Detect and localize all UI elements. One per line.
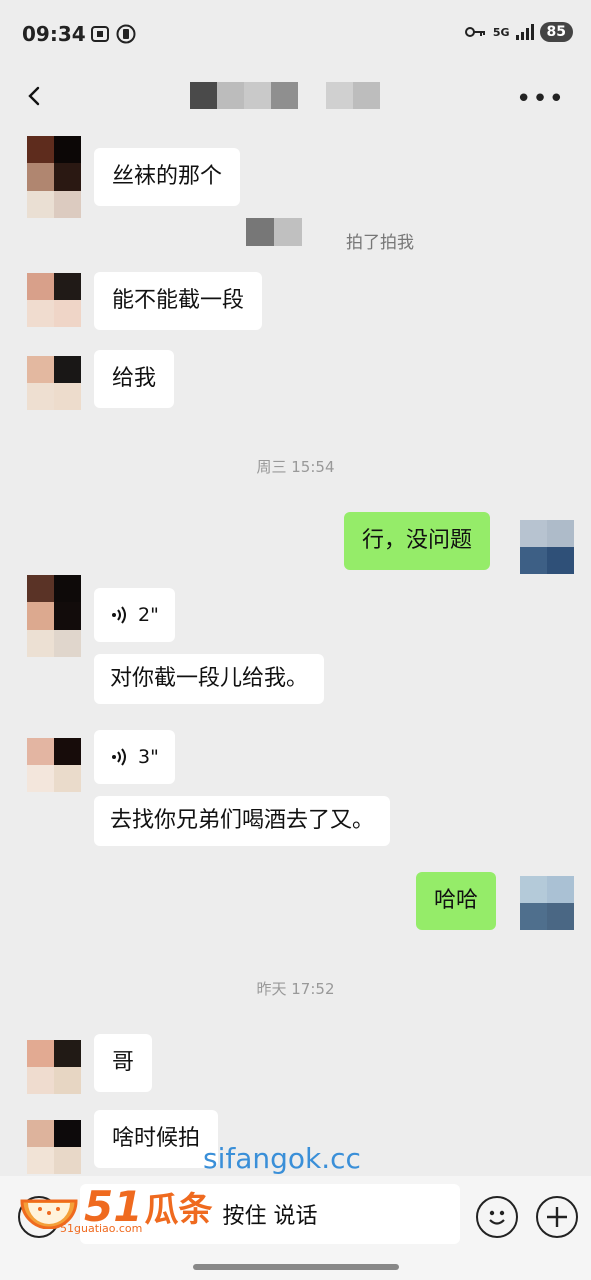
plus-icon[interactable] <box>536 1196 578 1238</box>
logo-subtitle: 51guatiao.com <box>60 1222 143 1235</box>
message-bubble[interactable]: 啥时候拍 <box>94 1110 219 1168</box>
voice-message[interactable]: 3" <box>94 730 175 784</box>
message-bubble[interactable]: 丝袜的那个 <box>94 148 241 206</box>
voice-duration: 2" <box>138 604 159 626</box>
timestamp: 周三 15:54 <box>256 458 335 476</box>
voice-transcript[interactable]: 对你截一段儿给我。 <box>94 654 325 704</box>
message-bubble-self[interactable]: 行，没问题 <box>343 512 490 570</box>
contact-avatar[interactable] <box>27 1040 81 1094</box>
key-icon <box>464 27 485 37</box>
status-icons-left <box>90 24 136 44</box>
voice-message[interactable]: 2" <box>94 588 175 642</box>
voice-wave-icon <box>112 748 126 766</box>
message-bubble[interactable]: 哥 <box>94 1034 153 1092</box>
battery-indicator: 85 <box>539 22 573 42</box>
contact-avatar[interactable] <box>27 738 81 792</box>
home-indicator[interactable] <box>193 1264 399 1270</box>
message-bubble[interactable]: 能不能截一段 <box>94 272 263 330</box>
message-bubble[interactable]: 给我 <box>94 350 175 408</box>
status-time: 09:34 <box>22 22 86 46</box>
voice-duration: 3" <box>138 746 159 768</box>
status-bar: 09:34 5G 85 <box>0 0 591 70</box>
contact-avatar[interactable] <box>27 1120 81 1174</box>
logo-text: 瓜条 <box>144 1190 213 1230</box>
status-icons-right: 5G 85 <box>464 22 573 42</box>
message-bubble-self[interactable]: 哈哈 <box>415 872 496 930</box>
screenshot-icon <box>91 26 109 42</box>
sim-icon <box>116 24 136 44</box>
chat-title <box>190 82 380 109</box>
signal-icon <box>515 24 534 40</box>
back-icon[interactable] <box>20 80 48 112</box>
timestamp: 昨天 17:52 <box>256 980 335 998</box>
contact-avatar[interactable] <box>27 136 81 218</box>
network-type: 5G <box>492 25 510 39</box>
emoji-icon[interactable] <box>476 1196 518 1238</box>
contact-avatar[interactable] <box>27 575 81 657</box>
watermark-url: sifangok.cc <box>203 1142 361 1175</box>
self-avatar[interactable] <box>520 520 574 574</box>
contact-avatar[interactable] <box>27 356 81 410</box>
message-list: 丝袜的那个 拍了拍我 能不能截一段 给我 周三 15:54 行，没问题 2" 对… <box>0 130 591 1180</box>
self-avatar[interactable] <box>520 876 574 930</box>
voice-wave-icon <box>112 606 126 624</box>
chat-header: ••• <box>0 70 591 126</box>
pat-sender-name <box>246 218 302 246</box>
contact-avatar[interactable] <box>27 273 81 327</box>
system-message: 拍了拍我 <box>346 233 414 253</box>
more-icon[interactable]: ••• <box>516 84 565 114</box>
voice-transcript[interactable]: 去找你兄弟们喝酒去了又。 <box>94 796 391 846</box>
